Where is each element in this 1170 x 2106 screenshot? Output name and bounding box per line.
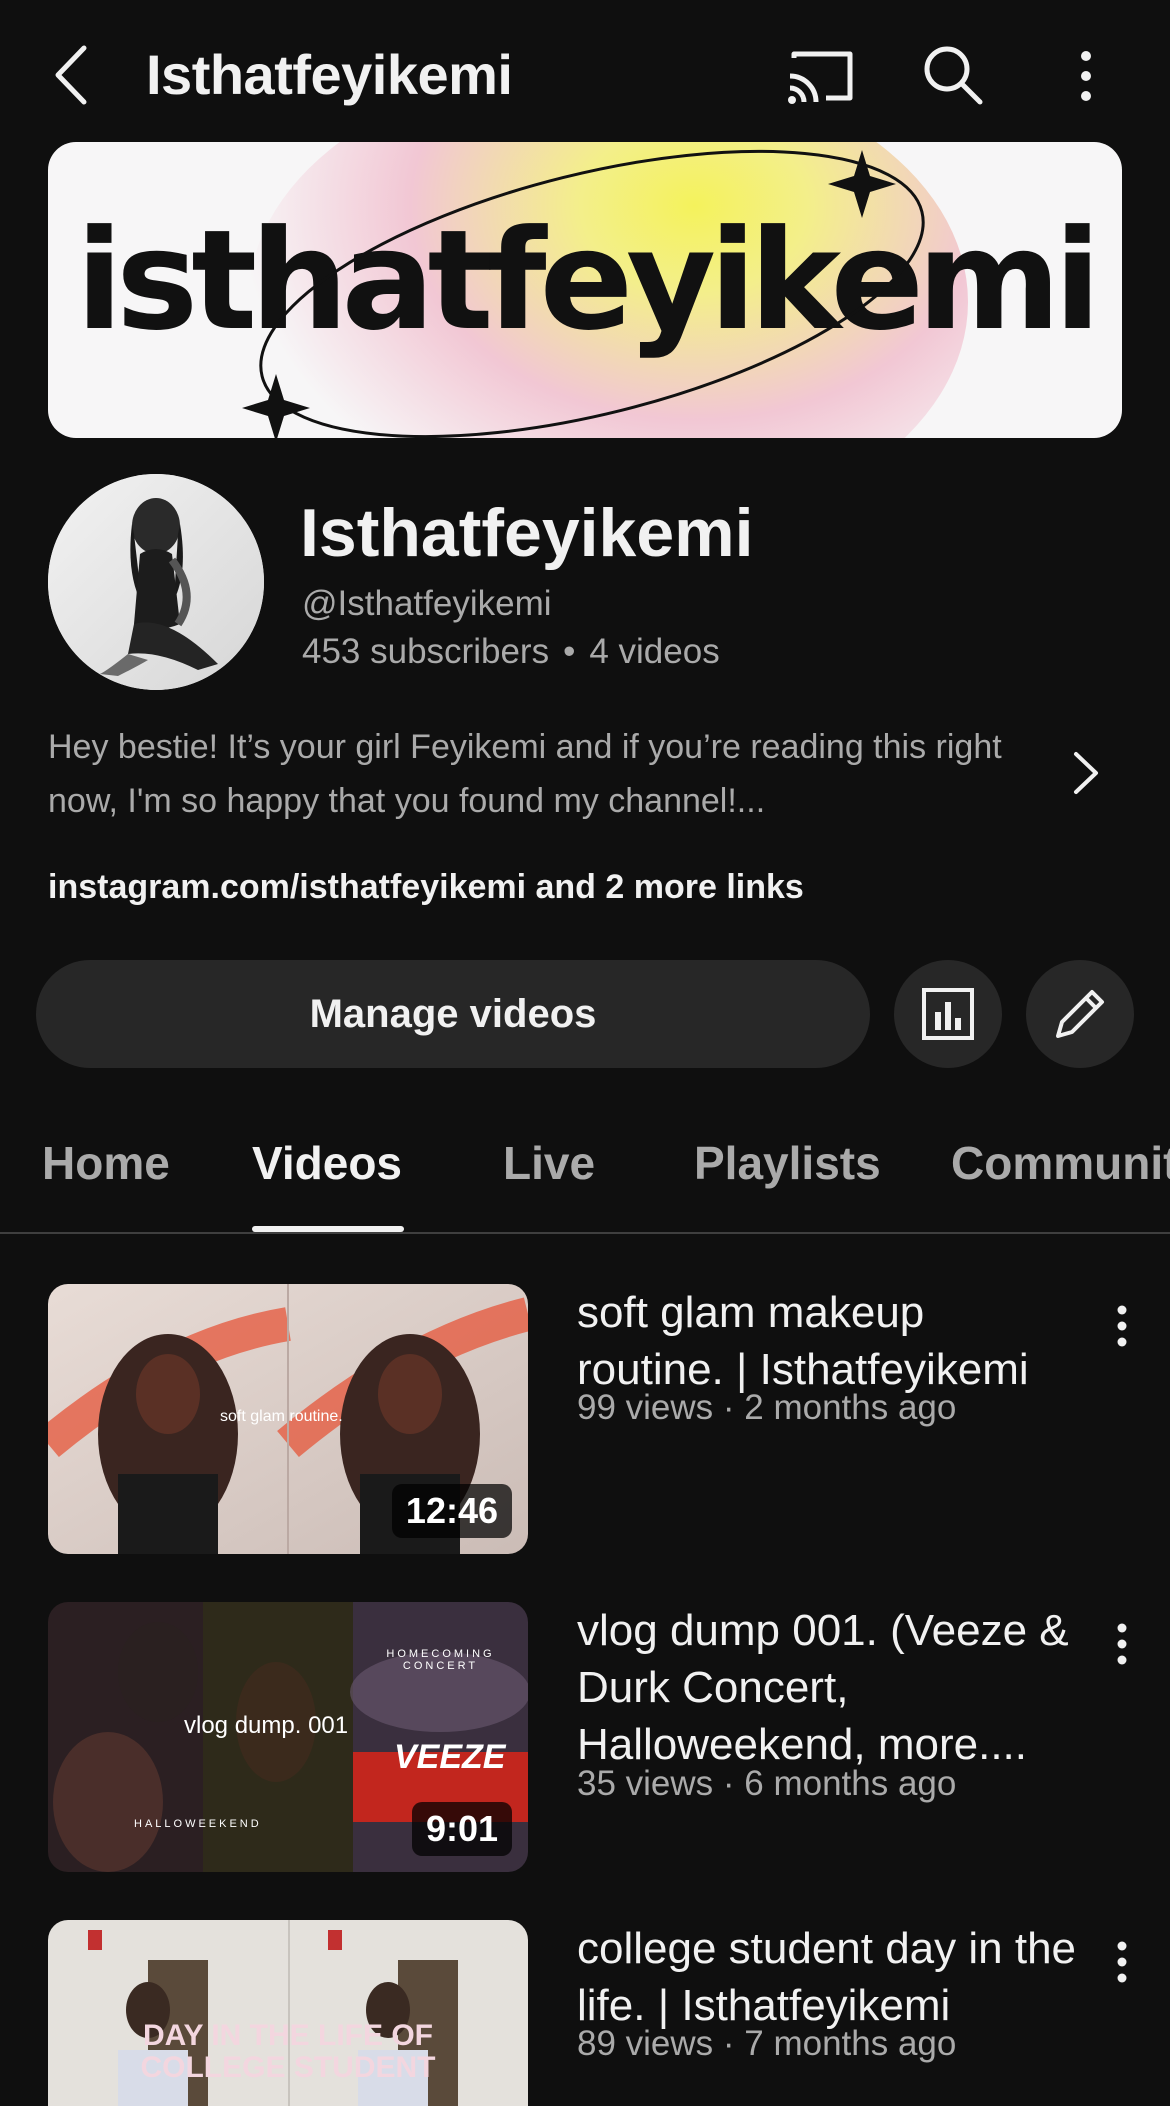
channel-description[interactable]: Hey bestie! It’s your girl Feyikemi and … bbox=[48, 720, 1028, 828]
pencil-icon bbox=[1056, 990, 1104, 1038]
video-duration: 12:46 bbox=[391, 1484, 512, 1538]
channel-handle: @Isthatfeyikemi bbox=[302, 584, 552, 623]
manage-videos-button[interactable]: Manage videos bbox=[36, 960, 870, 1068]
video-title[interactable]: vlog dump 001. (Veeze & Durk Concert, Ha… bbox=[577, 1602, 1077, 1773]
video-title[interactable]: soft glam makeup routine. | Isthatfeyike… bbox=[577, 1284, 1077, 1398]
video-meta: 89 views · 7 months ago bbox=[577, 2024, 957, 2063]
top-app-bar: Isthatfeyikemi bbox=[0, 0, 1170, 150]
thumbnail-caption: HOMECOMING CONCERT bbox=[386, 1648, 495, 1672]
thumbnail-caption: vlog dump. 001 bbox=[184, 1712, 349, 1739]
divider bbox=[0, 1232, 1170, 1234]
channel-links[interactable]: instagram.com/isthatfeyikemi and 2 more … bbox=[48, 868, 804, 907]
analytics-button[interactable] bbox=[894, 960, 1002, 1068]
banner-decoration bbox=[242, 149, 925, 438]
tab-community[interactable]: Community bbox=[951, 1136, 1170, 1190]
cast-icon[interactable] bbox=[780, 36, 860, 116]
channel-name: Isthatfeyikemi bbox=[300, 495, 754, 571]
tab-home[interactable]: Home bbox=[42, 1136, 170, 1190]
video-meta: 99 views · 2 months ago bbox=[577, 1388, 957, 1427]
more-vert-icon[interactable] bbox=[1102, 1298, 1142, 1358]
thumbnail-caption: DAY IN THE LIFE OF COLLEGE STUDENT bbox=[140, 2019, 436, 2084]
back-arrow-icon[interactable] bbox=[44, 40, 104, 110]
video-duration: 9:01 bbox=[411, 1802, 512, 1856]
subscriber-count: 453 subscribers bbox=[302, 632, 550, 671]
video-list-item[interactable]: HOMECOMING CONCERT vlog dump. 001 HALLOW… bbox=[0, 1602, 1170, 1882]
tab-live[interactable]: Live bbox=[503, 1136, 595, 1190]
tab-playlists[interactable]: Playlists bbox=[694, 1136, 881, 1190]
video-thumbnail[interactable]: DAY IN THE LIFE OF COLLEGE STUDENT bbox=[48, 1920, 528, 2106]
stats-separator: • bbox=[563, 632, 576, 671]
edit-button[interactable] bbox=[1026, 960, 1134, 1068]
more-vert-icon[interactable] bbox=[1102, 1934, 1142, 1994]
thumbnail-caption: HALLOWEEKEND bbox=[134, 1818, 262, 1830]
channel-stats: 453 subscribers • 4 videos bbox=[302, 632, 720, 672]
page-title: Isthatfeyikemi bbox=[146, 43, 513, 106]
search-icon[interactable] bbox=[914, 36, 994, 116]
more-vert-icon[interactable] bbox=[1102, 1616, 1142, 1676]
video-count: 4 videos bbox=[589, 632, 720, 671]
channel-banner: isthatfeyikemi bbox=[48, 142, 1122, 438]
chevron-right-icon[interactable] bbox=[1060, 748, 1110, 798]
thumbnail-caption: VEEZE bbox=[394, 1738, 506, 1776]
analytics-icon bbox=[922, 988, 974, 1040]
video-thumbnail[interactable]: HOMECOMING CONCERT vlog dump. 001 HALLOW… bbox=[48, 1602, 528, 1872]
video-title[interactable]: college student day in the life. | Istha… bbox=[577, 1920, 1077, 2034]
tab-videos[interactable]: Videos bbox=[252, 1136, 402, 1190]
video-list-item[interactable]: DAY IN THE LIFE OF COLLEGE STUDENT colle… bbox=[0, 1920, 1170, 2106]
video-list-item[interactable]: soft glam routine. 12:46 soft glam makeu… bbox=[0, 1284, 1170, 1564]
avatar[interactable] bbox=[48, 474, 264, 690]
video-meta: 35 views · 6 months ago bbox=[577, 1764, 957, 1803]
more-vert-icon[interactable] bbox=[1046, 36, 1126, 116]
thumbnail-caption: soft glam routine. bbox=[220, 1408, 343, 1425]
video-thumbnail[interactable]: soft glam routine. 12:46 bbox=[48, 1284, 528, 1554]
channel-tabs: Home Videos Live Playlists Community bbox=[0, 1120, 1170, 1234]
